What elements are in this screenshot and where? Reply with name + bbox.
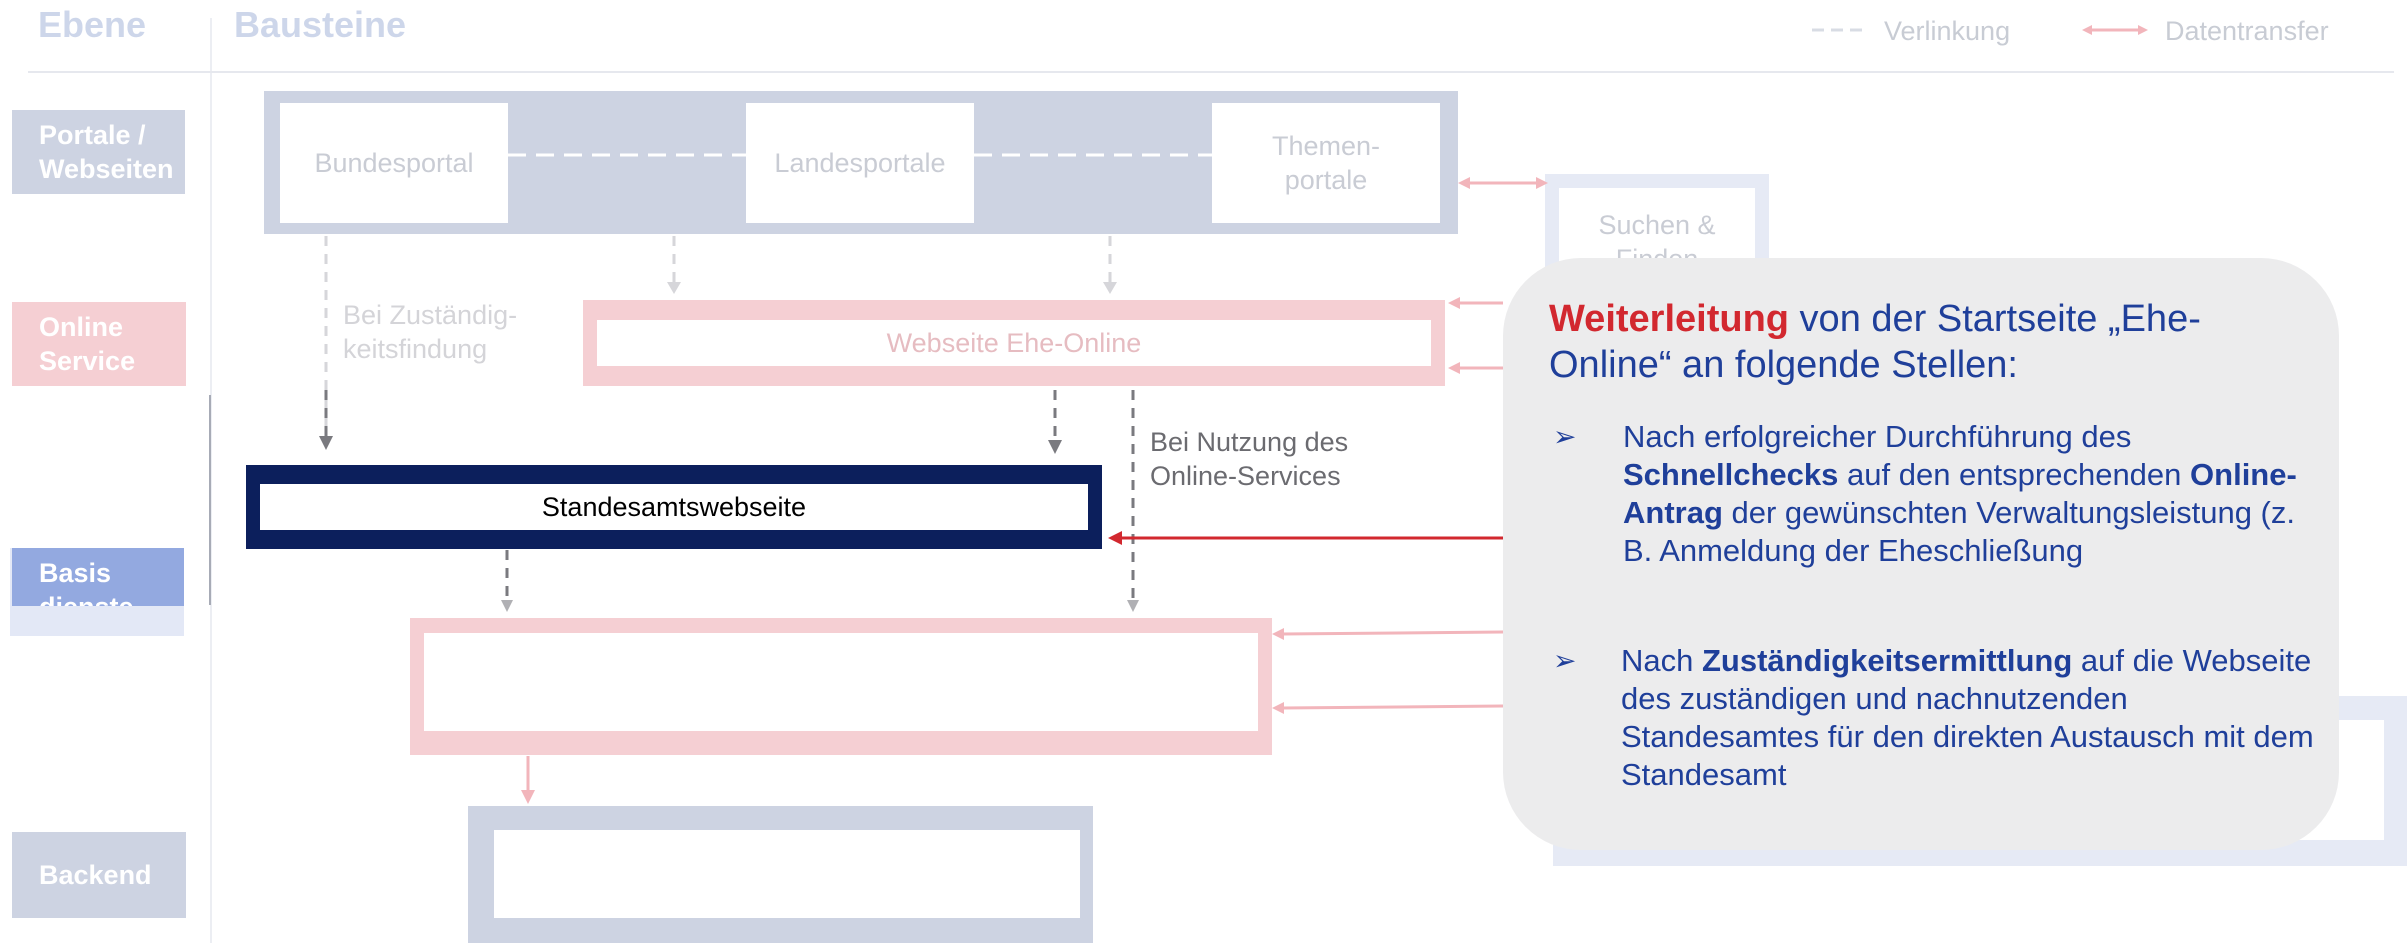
bullet1-seg: auf den entsprechenden [1838, 457, 2191, 492]
callout-bullet-1: Nach erfolgreicher Durchführung des Schn… [1623, 418, 2313, 570]
callout-title: Weiterleitung von der Startseite „Ehe-On… [1549, 296, 2269, 388]
callout-title-bold: Weiterleitung [1549, 298, 1789, 340]
bullet-arrow-icon: ➢ [1553, 645, 1577, 676]
bullet1-seg: Nach erfolgreicher Durchführung des [1623, 419, 2132, 454]
callout-panel: Weiterleitung von der Startseite „Ehe-On… [1503, 258, 2339, 850]
bullet2-bold-zustaendigkeit: Zuständigkeitsermittlung [1701, 643, 2073, 678]
bullet1-bold-schnellchecks: Schnellchecks [1623, 457, 1839, 492]
bullet-arrow-icon: ➢ [1553, 421, 1577, 452]
bullet2-seg: Nach [1621, 643, 1702, 678]
bullet1-seg: der gewünschten Verwaltungsleistung (z. … [1623, 495, 2295, 568]
callout-bullet-2: Nach Zuständigkeitsermittlung auf die We… [1621, 642, 2321, 794]
